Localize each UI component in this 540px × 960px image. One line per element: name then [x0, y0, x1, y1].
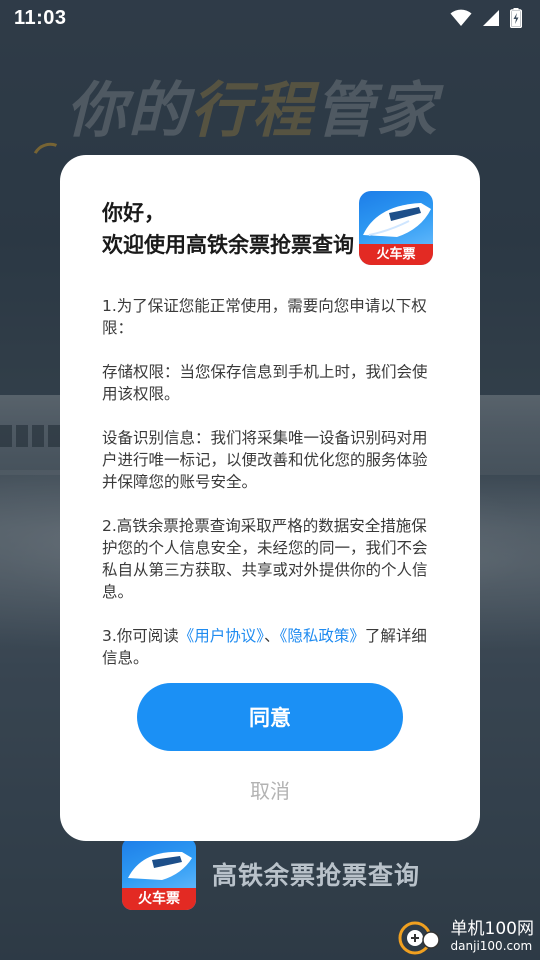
status-time: 11:03 — [14, 7, 67, 29]
permission-intro: 1.为了保证您能正常使用，需要向您申请以下权限： — [102, 297, 427, 337]
wifi-icon — [450, 9, 472, 31]
dialog-body: 1.为了保证您能正常使用，需要向您申请以下权限： 存储权限：当您保存信息到手机上… — [102, 295, 442, 691]
dialog-welcome-title: 欢迎使用高铁余票抢票查询 — [102, 233, 354, 257]
storage-permission-text: 存储权限：当您保存信息到手机上时，我们会使用该权限。 — [102, 363, 428, 403]
dialog-greeting: 你好， — [102, 201, 165, 225]
cancel-button[interactable]: 取消 — [60, 775, 480, 804]
dialog-app-logo: 火车票 — [359, 191, 433, 265]
status-bar: 11:03 — [0, 0, 540, 36]
dialog-logo-badge: 火车票 — [359, 244, 433, 265]
policy-links-text: 3.你可阅读《用户协议》、《隐私政策》了解详细信息。 — [102, 627, 427, 667]
watermark-domain: danji100.com — [450, 939, 533, 953]
signal-icon — [482, 9, 500, 31]
app-name: 高铁余票抢票查询 — [212, 861, 421, 890]
privacy-policy-link[interactable]: 《隐私政策》 — [280, 627, 365, 645]
data-security-text: 2.高铁余票抢票查询采取严格的数据安全措施保护您的个人信息安全，未经您的同一，我… — [102, 517, 428, 601]
battery-charging-icon — [509, 8, 523, 32]
site-watermark: 单机100网 danji100.com — [397, 916, 534, 956]
app-logo: 火车票 — [122, 838, 196, 910]
splash-brand: 火车票 高铁余票抢票查询 — [122, 838, 420, 910]
agree-button[interactable]: 同意 — [137, 683, 403, 751]
watermark-name: 单机100网 — [450, 919, 534, 939]
watermark-logo-icon — [397, 916, 445, 956]
device-id-text: 设备识别信息：我们将采集唯一设备识别码对用户进行唯一标记，以便改善和优化您的服务… — [102, 429, 428, 491]
user-agreement-link[interactable]: 《用户协议》 — [179, 627, 264, 645]
privacy-dialog: 你好， 欢迎使用高铁余票抢票查询 火车票 1.为了保证您能正常使用，需要向您申请… — [60, 155, 480, 841]
